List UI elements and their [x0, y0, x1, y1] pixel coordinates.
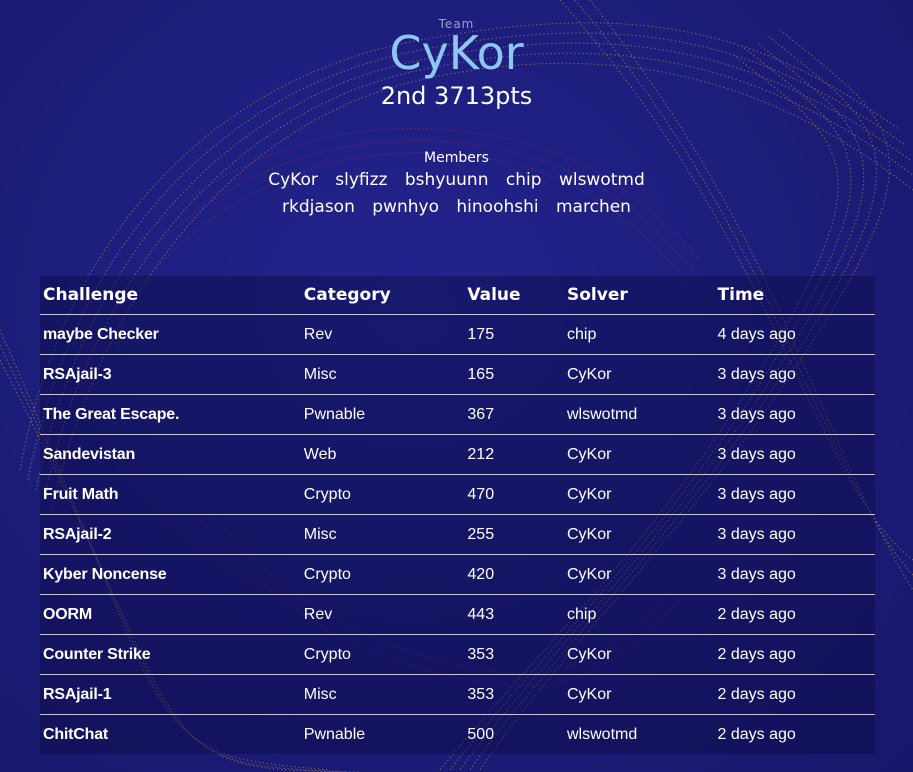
challenge-name[interactable]: ChitChat — [40, 715, 301, 755]
challenge-name[interactable]: Fruit Math — [40, 474, 301, 515]
solve-time: 2 days ago — [714, 634, 875, 675]
member-name[interactable]: pwnhyo — [372, 197, 439, 217]
challenge-solver[interactable]: chip — [564, 314, 715, 355]
solve-time: 2 days ago — [714, 594, 875, 635]
challenge-solver[interactable]: CyKor — [564, 634, 715, 675]
solve-time: 3 days ago — [714, 394, 875, 435]
team-rank-points: 2nd 3713pts — [380, 82, 533, 110]
member-name[interactable]: slyfizz — [335, 170, 387, 190]
challenge-category: Crypto — [300, 554, 465, 595]
challenge-value: 443 — [464, 594, 564, 635]
table-header-row: Challenge Category Value Solver Time — [40, 276, 875, 315]
members-row-1: CyKor slyfizz bshyuunn chip wlswotmd — [0, 167, 913, 194]
table-row: RSAjail-1 Misc 353 CyKor 2 days ago — [40, 674, 875, 715]
table-row: Counter Strike Crypto 353 CyKor 2 days a… — [40, 634, 875, 675]
table-row: ChitChat Pwnable 500 wlswotmd 2 days ago — [40, 715, 875, 755]
challenge-category: Crypto — [300, 474, 465, 515]
challenge-solver[interactable]: CyKor — [564, 674, 715, 715]
challenge-value: 420 — [464, 554, 564, 595]
challenge-name[interactable]: Counter Strike — [40, 634, 301, 675]
challenge-category: Misc — [300, 674, 465, 715]
challenge-category: Rev — [300, 594, 465, 635]
challenge-solver[interactable]: CyKor — [564, 434, 715, 475]
header-time: Time — [714, 276, 875, 315]
challenge-name[interactable]: RSAjail-1 — [40, 674, 301, 715]
header-value: Value — [464, 276, 564, 315]
challenge-category: Rev — [300, 314, 465, 355]
challenge-value: 255 — [464, 514, 564, 555]
table-row: Sandevistan Web 212 CyKor 3 days ago — [40, 434, 875, 475]
solves-table: Challenge Category Value Solver Time may… — [40, 276, 875, 754]
table-row: Kyber Noncense Crypto 420 CyKor 3 days a… — [40, 554, 875, 595]
challenge-solver[interactable]: CyKor — [564, 554, 715, 595]
team-name: CyKor — [389, 26, 524, 80]
challenge-value: 212 — [464, 434, 564, 475]
team-page: Team CyKor 2nd 3713pts Members CyKor sly… — [0, 0, 913, 772]
challenge-name[interactable]: The Great Escape. — [40, 394, 301, 435]
challenge-value: 500 — [467, 725, 495, 743]
solve-time: 4 days ago — [714, 314, 875, 355]
challenge-value: 353 — [464, 674, 564, 715]
solve-time: 2 days ago — [717, 725, 796, 743]
challenge-solver[interactable]: chip — [564, 594, 715, 635]
challenge-value: 175 — [464, 314, 564, 355]
members-label: Members — [424, 150, 489, 166]
member-name[interactable]: hinoohshi — [456, 197, 538, 217]
challenge-solver[interactable]: CyKor — [564, 514, 715, 555]
challenge-category: Pwnable — [303, 725, 366, 743]
table-row: maybe Checker Rev 175 chip 4 days ago — [40, 314, 875, 355]
challenge-name[interactable]: RSAjail-2 — [40, 514, 301, 555]
challenge-category: Web — [300, 434, 465, 475]
challenge-category: Pwnable — [300, 394, 465, 435]
solve-time: 3 days ago — [714, 434, 875, 475]
challenge-name[interactable]: RSAjail-3 — [40, 354, 301, 395]
solve-time: 3 days ago — [714, 474, 875, 515]
challenge-value: 165 — [464, 354, 564, 395]
member-name[interactable]: bshyuunn — [405, 170, 489, 190]
member-name[interactable]: chip — [506, 170, 542, 190]
challenge-name[interactable]: Kyber Noncense — [40, 554, 301, 595]
challenge-category: Misc — [300, 354, 465, 395]
header-solver: Solver — [564, 276, 715, 315]
table-row: RSAjail-3 Misc 165 CyKor 3 days ago — [40, 354, 875, 395]
challenge-solver[interactable]: CyKor — [564, 354, 715, 395]
solve-time: 2 days ago — [714, 674, 875, 715]
header-category: Category — [300, 276, 465, 315]
table-row: RSAjail-2 Misc 255 CyKor 3 days ago — [40, 514, 875, 555]
challenge-solver[interactable]: wlswotmd — [564, 394, 715, 435]
challenge-solver[interactable]: wlswotmd — [564, 715, 715, 755]
member-name[interactable]: CyKor — [268, 170, 318, 190]
members-section: Members CyKor slyfizz bshyuunn chip wlsw… — [0, 149, 913, 221]
table-row: OORM Rev 443 chip 2 days ago — [40, 594, 875, 635]
table-row: The Great Escape. Pwnable 367 wlswotmd 3… — [40, 394, 875, 435]
member-name[interactable]: wlswotmd — [559, 170, 645, 190]
challenge-name[interactable]: Sandevistan — [40, 434, 301, 475]
members-row-2: rkdjason pwnhyo hinoohshi marchen — [0, 194, 913, 221]
team-header: Team CyKor 2nd 3713pts — [0, 16, 913, 112]
challenge-solver[interactable]: CyKor — [564, 474, 715, 515]
member-name[interactable]: marchen — [556, 197, 631, 217]
solve-time: 3 days ago — [714, 354, 875, 395]
member-name[interactable]: rkdjason — [282, 197, 355, 217]
challenge-value: 353 — [464, 634, 564, 675]
challenge-value: 470 — [464, 474, 564, 515]
challenge-value: 367 — [464, 394, 564, 435]
header-challenge: Challenge — [40, 276, 301, 315]
table-row: Fruit Math Crypto 470 CyKor 3 days ago — [40, 474, 875, 515]
solve-time: 3 days ago — [714, 554, 875, 595]
challenge-name[interactable]: OORM — [40, 594, 301, 635]
solve-time: 3 days ago — [714, 514, 875, 555]
challenge-category: Misc — [300, 514, 465, 555]
challenge-name[interactable]: maybe Checker — [40, 314, 301, 355]
challenge-category: Crypto — [300, 634, 465, 675]
